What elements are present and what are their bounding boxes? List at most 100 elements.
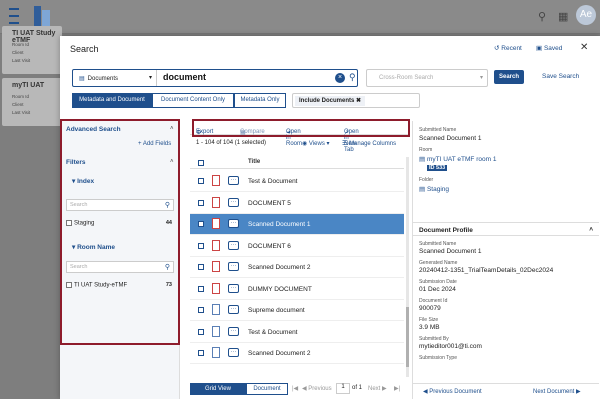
scrollbar-thumb[interactable]	[406, 307, 409, 367]
mode-document-content-only[interactable]: Document Content Only	[152, 93, 234, 108]
previous-label: Previous	[308, 386, 332, 392]
more-options-icon[interactable]: ···	[228, 262, 239, 271]
more-options-icon[interactable]: ···	[228, 305, 239, 314]
table-row[interactable]: ··· Test & Document	[190, 322, 404, 343]
search-icon[interactable]: ⚲	[538, 10, 546, 23]
row-title: DOCUMENT 6	[248, 242, 291, 250]
mode-metadata-only[interactable]: Metadata Only	[234, 93, 286, 108]
more-options-icon[interactable]: ···	[228, 219, 239, 228]
search-button[interactable]: Search	[494, 70, 524, 84]
manage-columns-label: Manage Columns	[349, 141, 397, 147]
select-all-checkbox[interactable]	[198, 160, 204, 166]
next-document-button[interactable]: Next Document ▶	[533, 388, 581, 395]
room-card[interactable]: TI UAT Study eTMF Room Id Client Last Vi…	[2, 26, 62, 74]
clear-icon[interactable]: ×	[335, 73, 345, 83]
row-checkbox[interactable]	[198, 242, 204, 249]
table-row[interactable]: ··· Test & Document	[190, 171, 404, 192]
results-footer: Grid View Document |◀ ◀ Previous 1 of 1 …	[190, 383, 408, 397]
search-icon[interactable]: ⚲	[349, 72, 356, 83]
highlight-box	[192, 119, 410, 137]
table-row[interactable]: ··· Supreme document	[190, 300, 404, 321]
document-file-icon	[212, 325, 220, 337]
row-checkbox[interactable]	[198, 199, 204, 206]
save-icon: ▣	[536, 45, 543, 52]
include-field[interactable]: Include Documents ✖	[292, 93, 420, 108]
document-tab[interactable]: Document	[246, 383, 288, 395]
more-options-icon[interactable]: ···	[228, 283, 239, 293]
save-search-link[interactable]: Save Search	[542, 73, 579, 80]
chevron-up-icon[interactable]: ˄	[589, 226, 593, 233]
menu-icon[interactable]	[8, 6, 20, 26]
row-title: Scanned Document 2	[248, 264, 311, 271]
row-checkbox[interactable]	[198, 264, 204, 270]
more-options-icon[interactable]: ···	[228, 348, 239, 357]
document-icon: ▤	[79, 76, 85, 82]
table-row[interactable]: ··· Scanned Document 2	[190, 343, 404, 364]
pdf-file-icon	[212, 218, 220, 229]
row-checkbox[interactable]	[198, 307, 204, 313]
cross-room-search[interactable]: Cross-Room Search ▾	[366, 69, 488, 87]
profile-field-value: 3.9 MB	[419, 324, 440, 331]
apps-grid-icon[interactable]: ▦	[558, 10, 568, 23]
profile-field-value: 900079	[419, 305, 441, 312]
room-card-line: Last Visit	[12, 110, 31, 115]
include-documents-chip[interactable]: Include Documents ✖	[295, 96, 366, 106]
row-checkbox[interactable]	[198, 285, 204, 292]
search-modal: Search ↺ Recent ▣ Saved ✕ ▤ Documents ▾ d…	[60, 36, 600, 399]
pdf-file-icon	[212, 196, 220, 208]
recent-button[interactable]: ↺ Recent	[494, 44, 522, 52]
previous-page-button[interactable]: ◀ Previous	[302, 385, 332, 392]
last-page-icon[interactable]: ▶|	[394, 385, 400, 392]
table-row[interactable]: ··· DOCUMENT 6	[190, 236, 404, 257]
next-page-button[interactable]: Next ▶	[368, 385, 387, 392]
table-row[interactable]: ··· Scanned Document 1	[190, 214, 404, 235]
results-panel: ⚙ Export ▦ Compare ➜ Open in Room ↗ Open…	[190, 121, 409, 399]
pdf-file-icon	[212, 282, 220, 294]
more-options-icon[interactable]: ···	[228, 197, 239, 207]
more-options-icon[interactable]: ···	[228, 176, 239, 185]
room-card[interactable]: myTI UAT Room Id Client Last Visit	[2, 78, 62, 126]
room-name: myTI UAT eTMF room 1	[426, 156, 497, 163]
close-icon[interactable]: ✕	[580, 42, 588, 53]
document-profile-header[interactable]: Document Profile ˄	[413, 222, 599, 236]
avatar[interactable]: Ae	[576, 5, 596, 25]
recent-label: Recent	[501, 45, 522, 52]
manage-columns-button[interactable]: ☰ Manage Columns	[342, 140, 396, 147]
row-title: Scanned Document 1	[248, 221, 311, 228]
saved-button[interactable]: ▣ Saved	[536, 44, 562, 52]
row-checkbox[interactable]	[198, 221, 204, 227]
room-link[interactable]: ▤ myTI UAT eTMF room 1	[419, 155, 496, 163]
table-row[interactable]: ··· DUMMY DOCUMENT	[190, 279, 404, 300]
scrollbar[interactable]	[406, 157, 409, 377]
profile-field-label: File Size	[419, 317, 439, 323]
grid-view-tab[interactable]: Grid View	[190, 383, 246, 395]
table-row[interactable]: ··· DOCUMENT 5	[190, 193, 404, 214]
row-checkbox[interactable]	[198, 178, 204, 184]
room-icon: ▤	[419, 156, 426, 163]
room-card-line: Client	[12, 102, 24, 107]
row-title: Test & Document	[248, 178, 298, 185]
row-title: Test & Document	[248, 328, 298, 336]
submitted-name-value: Scanned Document 1	[419, 135, 482, 142]
more-options-icon[interactable]: ···	[228, 326, 239, 336]
folder-link[interactable]: ▤ Staging	[419, 185, 449, 193]
profile-field-label: Generated Name	[419, 260, 458, 266]
search-input[interactable]: document	[163, 72, 313, 82]
profile-title: Document Profile	[419, 227, 473, 234]
title-column-header[interactable]: Title	[248, 159, 260, 165]
scope-dropdown[interactable]: ▤ Documents ▾	[73, 70, 157, 86]
table-row[interactable]: ··· Scanned Document 2	[190, 257, 404, 278]
views-dropdown[interactable]: ◉ Views ▾	[302, 140, 330, 147]
views-label: Views	[308, 141, 325, 147]
close-icon[interactable]: ✖	[356, 98, 361, 104]
page-input[interactable]: 1	[336, 383, 350, 394]
search-bar: ▤ Documents ▾ document × ⚲	[72, 69, 358, 87]
room-id-badge: ID 533	[427, 165, 448, 171]
mode-metadata-and-document[interactable]: Metadata and Document	[72, 93, 152, 108]
highlight-box	[60, 119, 180, 345]
previous-document-button[interactable]: ◀ Previous Document	[423, 388, 482, 395]
row-checkbox[interactable]	[198, 328, 204, 335]
more-options-icon[interactable]: ···	[228, 240, 239, 250]
first-page-icon[interactable]: |◀	[292, 385, 298, 392]
row-checkbox[interactable]	[198, 350, 204, 356]
